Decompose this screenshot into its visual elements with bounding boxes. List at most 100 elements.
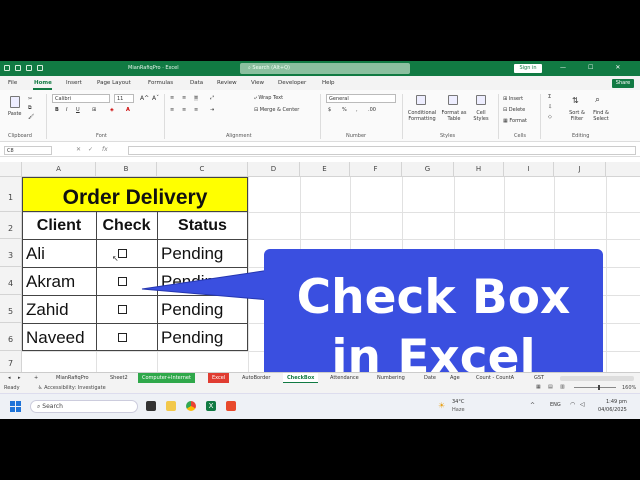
underline-icon[interactable]: U — [76, 107, 80, 113]
delete-label: Delete — [508, 107, 526, 113]
cancel-icon[interactable]: ✕ — [76, 146, 81, 153]
excel-icon[interactable]: X — [206, 401, 216, 411]
normal-view-icon[interactable]: ▦ — [536, 384, 541, 390]
minimize-icon[interactable]: — — [560, 64, 566, 71]
find-select-button[interactable]: Find & Select — [590, 110, 612, 122]
status-bar: Ready ♿ Accessibility: Investigate ▦ ▤ ▥… — [0, 383, 640, 393]
paste-icon[interactable] — [10, 96, 20, 108]
search-box[interactable]: ⌕ Search (Alt+Q) — [240, 63, 410, 74]
font-size-select[interactable]: 11 — [114, 94, 134, 103]
formula-input[interactable] — [128, 146, 636, 155]
align-center-icon[interactable]: ≡ — [182, 107, 186, 113]
clear-icon[interactable]: ◇ — [548, 114, 552, 120]
indent-icon[interactable]: ⇥ — [210, 107, 214, 113]
volume-icon[interactable]: ◁ — [580, 401, 585, 408]
maximize-icon[interactable]: ☐ — [588, 64, 593, 71]
format-painter-icon[interactable]: 🖌 — [28, 114, 34, 120]
find-icon[interactable]: ⌕ — [595, 95, 600, 105]
tab-view[interactable]: View — [251, 80, 264, 86]
top-align-icon[interactable]: ≡ — [170, 95, 174, 101]
wrap-text-button[interactable]: ⤶ Wrap Text — [254, 95, 283, 101]
horizontal-scrollbar[interactable] — [560, 376, 634, 381]
zoom-slider[interactable] — [574, 387, 616, 388]
close-icon[interactable]: ✕ — [615, 64, 620, 71]
zoom-slider-thumb[interactable] — [598, 385, 600, 390]
currency-icon[interactable]: $ — [328, 107, 331, 113]
sign-in-button[interactable]: Sign in — [514, 64, 542, 73]
borders-icon[interactable]: ⊞ — [92, 107, 96, 113]
fill-color-icon[interactable]: ◈ — [110, 107, 114, 113]
callout-line-1: Check Box — [296, 270, 571, 325]
undo-icon[interactable] — [26, 65, 32, 71]
insert-function-icon[interactable]: fx — [102, 146, 108, 153]
tab-review[interactable]: Review — [217, 80, 237, 86]
paste-button[interactable]: Paste — [8, 111, 22, 117]
taskbar-search[interactable]: ⌕ Search — [30, 400, 138, 413]
copy-icon[interactable]: ⧉ — [28, 105, 32, 111]
weather-icon: ☀ — [438, 401, 446, 410]
sort-filter-button[interactable]: Sort & Filter — [566, 110, 588, 122]
clock-time[interactable]: 1:49 pm — [606, 399, 627, 405]
task-view-icon[interactable] — [146, 401, 156, 411]
format-as-table-icon[interactable] — [448, 95, 458, 105]
font-color-icon[interactable]: A — [126, 107, 130, 113]
decrease-font-icon[interactable]: Aˇ — [152, 95, 159, 102]
wifi-icon[interactable]: ◠ — [570, 401, 575, 408]
bottom-align-icon[interactable]: ≡ — [194, 95, 199, 101]
format-cells-button[interactable]: ▦ Format — [503, 118, 527, 124]
tab-home[interactable]: Home — [34, 80, 52, 86]
cell-styles-button[interactable]: Cell Styles — [470, 110, 492, 122]
tab-file[interactable]: File — [8, 80, 17, 86]
font-name-select[interactable]: Calibri — [52, 94, 110, 103]
page-break-view-icon[interactable]: ▥ — [560, 384, 565, 390]
weather-temp[interactable]: 34°C — [452, 399, 464, 405]
tab-data[interactable]: Data — [190, 80, 203, 86]
tab-developer[interactable]: Developer — [278, 80, 306, 86]
zoom-level[interactable]: 160% — [622, 385, 636, 391]
orientation-icon[interactable]: ⤢ — [210, 95, 214, 101]
autosum-icon[interactable]: Σ — [548, 94, 551, 100]
share-button[interactable]: Share — [612, 79, 634, 88]
merge-center-label: Merge & Center — [259, 107, 300, 113]
italic-icon[interactable]: I — [66, 107, 67, 113]
save-icon[interactable] — [15, 65, 21, 71]
sort-filter-icon[interactable]: ⇅ — [572, 96, 579, 105]
autosave-icon[interactable] — [4, 65, 10, 71]
name-box[interactable]: C8 — [4, 146, 52, 155]
comma-icon[interactable]: , — [356, 107, 358, 113]
bold-icon[interactable]: B — [55, 107, 59, 113]
cut-icon[interactable]: ✂ — [28, 96, 32, 102]
percent-icon[interactable]: % — [342, 107, 347, 113]
align-right-icon[interactable]: ≡ — [194, 107, 198, 113]
tab-formulas[interactable]: Formulas — [148, 80, 173, 86]
middle-align-icon[interactable]: ≡ — [182, 95, 186, 101]
increase-font-icon[interactable]: A^ — [140, 95, 149, 102]
chrome-icon[interactable] — [186, 401, 196, 411]
clock-date[interactable]: 04/06/2025 — [598, 407, 627, 413]
format-as-table-button[interactable]: Format as Table — [440, 110, 468, 122]
conditional-formatting-icon[interactable] — [416, 95, 426, 105]
delete-cells-button[interactable]: ⊟ Delete — [503, 107, 525, 113]
conditional-formatting-button[interactable]: Conditional Formatting — [406, 110, 438, 122]
number-format-select[interactable]: General — [326, 94, 396, 103]
cell-styles-icon[interactable] — [476, 95, 486, 105]
accessibility-status[interactable]: ♿ Accessibility: Investigate — [38, 385, 106, 391]
show-hidden-icons[interactable]: ^ — [530, 402, 535, 409]
redo-icon[interactable] — [37, 65, 43, 71]
recording-app-icon[interactable] — [226, 401, 236, 411]
ribbon-separator — [164, 94, 165, 139]
tab-insert[interactable]: Insert — [66, 80, 82, 86]
merge-center-button[interactable]: ⊟ Merge & Center — [254, 107, 299, 113]
ribbon: Paste ✂ ⧉ 🖌 Clipboard Calibri 11 A^ Aˇ B… — [0, 90, 640, 142]
align-left-icon[interactable]: ≡ — [170, 107, 174, 113]
language-indicator[interactable]: ENG — [550, 402, 561, 408]
enter-icon[interactable]: ✓ — [88, 146, 93, 153]
fill-icon[interactable]: ⇩ — [548, 104, 552, 110]
windows-start-icon[interactable] — [10, 401, 21, 412]
file-explorer-icon[interactable] — [166, 401, 176, 411]
tab-help[interactable]: Help — [322, 80, 335, 86]
page-layout-view-icon[interactable]: ▤ — [548, 384, 553, 390]
increase-decimal-icon[interactable]: .00 — [368, 107, 376, 113]
insert-cells-button[interactable]: ⊞ Insert — [503, 96, 523, 102]
tab-page-layout[interactable]: Page Layout — [97, 80, 131, 86]
